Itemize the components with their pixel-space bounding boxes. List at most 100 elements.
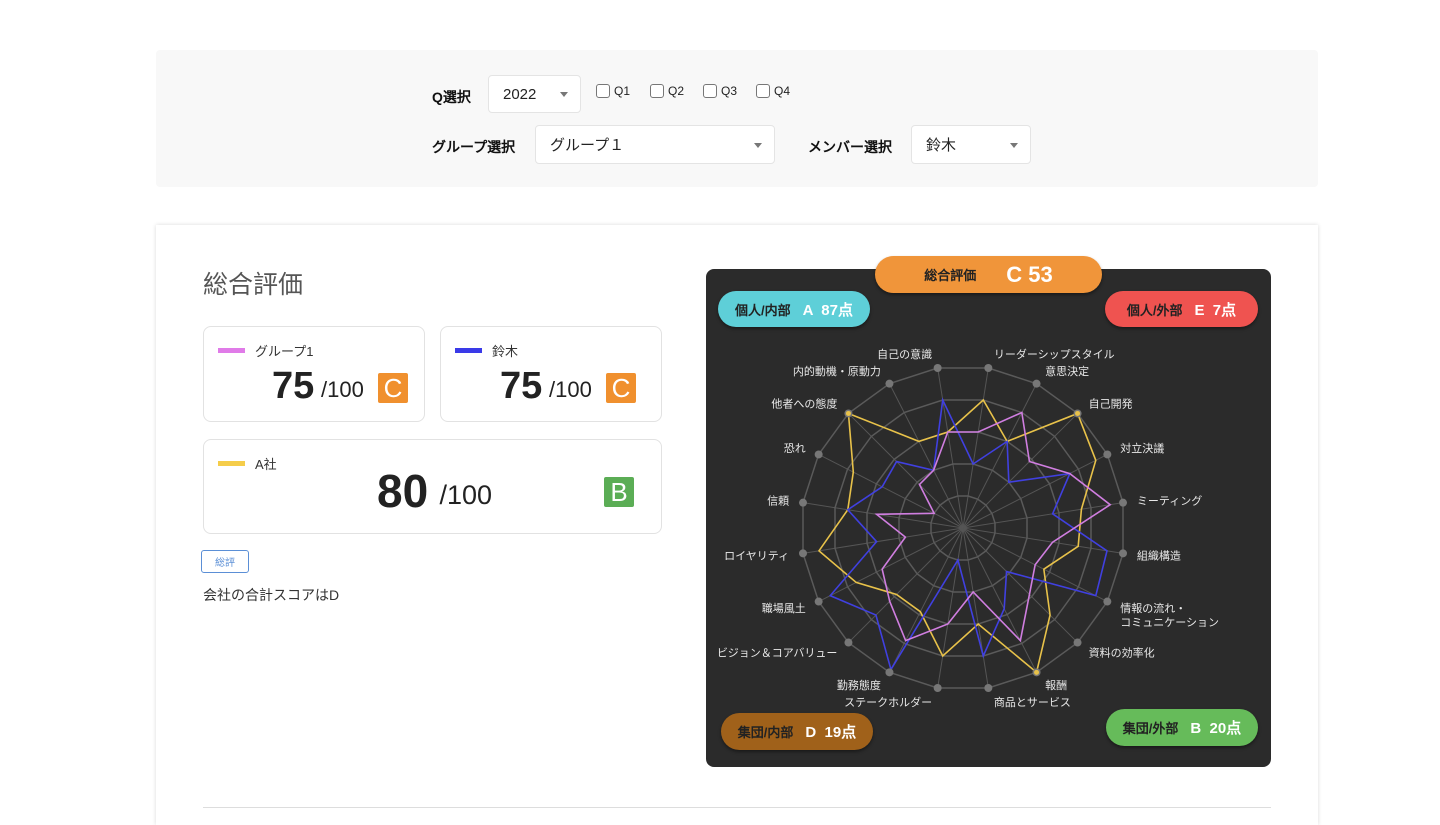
- score-card-group: グループ1 75 /100 C: [203, 326, 425, 422]
- overall-badge: 総合評価 C 53: [875, 256, 1102, 293]
- member-select[interactable]: 鈴木: [911, 125, 1031, 164]
- radar-axis-label: 商品とサービス: [994, 695, 1071, 709]
- checkbox-icon: [650, 84, 664, 98]
- personal-external-badge: 個人/外部 E 7点: [1105, 291, 1258, 327]
- page-title: 総合評価: [203, 271, 304, 299]
- radar-axis-dot: [933, 684, 942, 693]
- radar-axis-label: ビジョン＆コアバリュー: [717, 646, 838, 659]
- group-select[interactable]: グループ１: [535, 125, 775, 164]
- checkbox-label: Q4: [774, 84, 791, 98]
- checkbox-q1[interactable]: Q1: [596, 84, 630, 98]
- grade-badge: C: [606, 373, 636, 403]
- radar-axis-dot: [798, 549, 807, 558]
- radar-axis-dot: [1103, 450, 1112, 459]
- radar-axis-label: 内的動機・原動力: [793, 364, 881, 378]
- checkbox-label: Q2: [668, 84, 685, 98]
- radar-spoke: [848, 413, 964, 529]
- radar-axis-label: 職場風土: [762, 602, 806, 615]
- checkbox-q3[interactable]: Q3: [703, 84, 737, 98]
- radar-axis-label: 自己開発: [1089, 397, 1133, 411]
- radar-axis-dot: [885, 379, 894, 388]
- radar-axis-label: 自己の意識: [877, 347, 932, 361]
- badge-value: A 87点: [802, 301, 853, 319]
- radar-axis-label: 信頼: [767, 494, 789, 507]
- score-value: 80: [377, 465, 429, 517]
- radar-point: [1075, 410, 1081, 416]
- group-select-label: グループ選択: [432, 139, 516, 155]
- score-max: /100: [549, 377, 592, 402]
- radar-axis-dot: [814, 597, 823, 606]
- badge-label: 総合評価: [924, 268, 977, 283]
- chevron-down-icon: [754, 142, 762, 148]
- radar-axis-label: 資料の効率化: [1089, 645, 1155, 659]
- series-name: グループ1: [255, 344, 314, 359]
- checkbox-label: Q3: [721, 84, 738, 98]
- score-value: 75: [500, 365, 543, 407]
- grade-badge: B: [604, 477, 634, 507]
- radar-axis-label: 報酬: [1045, 679, 1067, 692]
- score-card-company: A社 80 /100 B: [203, 439, 662, 534]
- radar-axis-label: 他者への態度: [771, 397, 837, 411]
- radar-axis-dot: [814, 450, 823, 459]
- chevron-down-icon: [1010, 142, 1018, 148]
- radar-axis-label: 組織構造: [1137, 549, 1181, 563]
- divider: [203, 807, 1271, 808]
- radar-axis-dot: [1032, 379, 1041, 388]
- badge-value: E 7点: [1194, 301, 1237, 319]
- badge-value: B 20点: [1190, 720, 1242, 737]
- radar-axis-label: ステークホルダー: [844, 695, 932, 709]
- radar-axis-label: 情報の流れ・コミュニケーション: [1120, 601, 1219, 629]
- radar-axis-dot: [1073, 638, 1082, 647]
- badge-label: 集団/外部: [1122, 721, 1179, 736]
- radar-axis-dot: [933, 363, 942, 372]
- summary-note: 会社の合計スコアはD: [203, 587, 340, 603]
- quarter-select-label: Q選択: [432, 89, 471, 105]
- radar-axis-dot: [984, 363, 993, 372]
- radar-chart-panel: 自己の意識 リーダーシップスタイル 意思決定 自己開発 対立決議 ミーティング 組織構造 情報…: [706, 269, 1271, 767]
- radar-axis-dot: [1103, 597, 1112, 606]
- checkbox-q2[interactable]: Q2: [650, 84, 684, 98]
- chevron-down-icon: [560, 92, 568, 97]
- checkbox-icon: [756, 84, 770, 98]
- filter-panel: [156, 50, 1318, 187]
- checkbox-icon: [703, 84, 717, 98]
- radar-axis-label: リーダーシップスタイル: [994, 347, 1115, 361]
- badge-label: 個人/内部: [735, 302, 791, 318]
- radar-axis-label: ミーティング: [1137, 493, 1202, 507]
- group-internal-badge: 集団/内部 D 19点: [721, 713, 873, 750]
- score-max: /100: [321, 377, 364, 402]
- radar-chart: 自己の意識 リーダーシップスタイル意思決定自己開発対立決議ミーティング組織構造情報…: [717, 347, 1219, 709]
- review-tag: 総評: [201, 550, 249, 573]
- radar-series-A社: [817, 398, 1097, 674]
- score-max: /100: [432, 480, 493, 510]
- radar-point: [1034, 669, 1040, 675]
- legend-swatch: [455, 348, 482, 353]
- grade-badge: C: [378, 373, 408, 403]
- legend-swatch: [218, 348, 245, 353]
- checkbox-q4[interactable]: Q4: [756, 84, 790, 98]
- group-external-badge: 集団/外部 B 20点: [1106, 709, 1258, 746]
- checkbox-icon: [596, 84, 610, 98]
- radar-axis-dot: [844, 638, 853, 647]
- year-select[interactable]: 2022: [488, 75, 581, 113]
- member-value: 鈴木: [926, 137, 957, 154]
- radar-axis-label: 対立決議: [1120, 441, 1164, 455]
- member-select-label: メンバー選択: [808, 139, 892, 155]
- radar-axis-label: ロイヤリティ: [724, 550, 789, 563]
- radar-axis-dot: [885, 668, 894, 677]
- radar-axis-label: 恐れ: [784, 442, 806, 455]
- radar-point: [845, 410, 851, 416]
- score-card-member: 鈴木 75 /100 C: [440, 326, 662, 422]
- personal-internal-badge: 個人/内部 A 87点: [718, 291, 870, 327]
- badge-label: 集団/内部: [737, 725, 794, 740]
- badge-value: D 19点: [805, 724, 857, 741]
- radar-axis-dot: [984, 684, 993, 693]
- radar-axis-dot: [798, 498, 807, 507]
- radar-axis-dot: [1119, 498, 1128, 507]
- legend-swatch: [218, 461, 245, 466]
- badge-value: C 53: [1006, 261, 1053, 287]
- group-value: グループ１: [550, 137, 625, 154]
- series-name: A社: [255, 457, 277, 472]
- radar-axis-label: 勤務態度: [837, 678, 881, 692]
- checkbox-label: Q1: [614, 84, 631, 98]
